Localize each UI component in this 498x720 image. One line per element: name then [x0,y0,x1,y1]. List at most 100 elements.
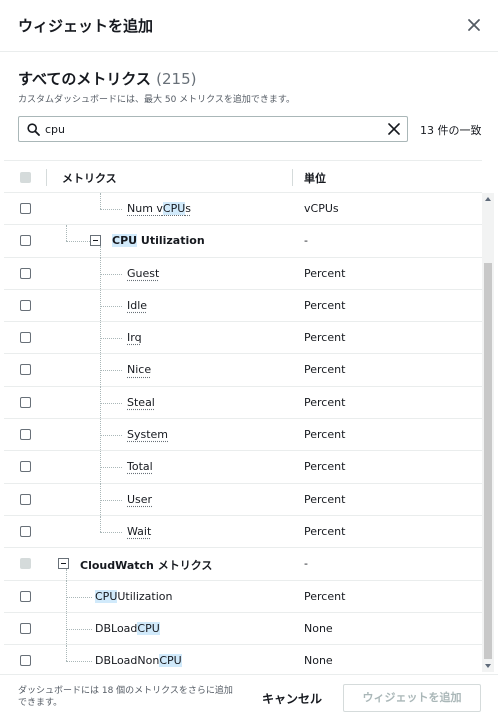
row-checkbox [20,558,31,570]
metric-unit: Percent [304,298,346,312]
metric-name[interactable]: Irq [127,331,142,344]
row-checkbox[interactable] [20,525,31,537]
metric-name[interactable]: Total [127,460,153,473]
metrics-table: メトリクス 単位 Num vCPUs vCPUs CPU Utilization… [4,160,482,672]
metric-name[interactable]: Nice [127,363,151,376]
row-checkbox[interactable] [20,461,31,473]
dialog-title: ウィジェットを追加 [18,17,154,35]
tree-line [66,596,92,598]
table-row: Irq Percent [4,322,482,356]
table-row: Idle Percent [4,289,482,323]
row-checkbox[interactable] [20,299,31,311]
metric-name[interactable]: Num vCPUs [127,202,191,215]
select-all-checkbox [20,172,31,183]
metric-group-name[interactable]: CloudWatch メトリクス [80,557,212,573]
metric-name-text: Utilization [137,234,205,248]
table-row: CPU Utilization - [4,225,482,259]
table-row: Steal Percent [4,386,482,420]
tree-line [66,628,92,630]
metric-name[interactable]: Idle [127,299,147,312]
clear-icon[interactable] [387,122,401,136]
metric-name[interactable]: DBLoadNonCPU [95,654,182,668]
row-checkbox[interactable] [20,364,31,376]
scroll-down-icon[interactable] [485,664,491,668]
row-checkbox[interactable] [20,590,31,602]
dialog-header: ウィジェットを追加 [0,0,498,52]
close-icon[interactable] [466,17,482,33]
match-highlight: CPU [162,202,186,215]
row-checkbox[interactable] [20,655,31,667]
section-title: すべてのメトリクス (215) [18,68,196,89]
tree-line [100,515,101,532]
metric-group-name[interactable]: CPU Utilization [112,234,205,248]
table-row: Num vCPUs vCPUs [4,193,482,226]
table-row: Total Percent [4,451,482,485]
tree-line [100,435,122,437]
metric-name[interactable]: User [127,493,152,506]
dialog-footer: ダッシュボードには 18 個のメトリクスをさらに追加できます。 キャンセル ウィ… [0,674,498,720]
column-divider [292,169,293,186]
scroll-thumb[interactable] [484,263,492,659]
search-input[interactable] [45,120,375,138]
metric-name[interactable]: DBLoadCPU [95,621,160,635]
metric-name[interactable]: Steal [127,396,155,409]
tree-line [100,499,122,501]
row-checkbox[interactable] [20,235,31,247]
table-row: CloudWatch メトリクス - [4,548,482,582]
metric-name[interactable]: System [127,428,168,441]
metric-unit: Percent [304,428,346,442]
tree-line [100,273,122,275]
scroll-up-icon[interactable] [485,197,491,201]
metric-unit: Percent [304,524,346,538]
metric-unit: Percent [304,331,346,345]
table-header: メトリクス 単位 [4,160,482,193]
minus-square-icon[interactable] [90,235,101,247]
tree-line [100,370,122,372]
table-row: DBLoadNonCPU None [4,645,482,672]
tree-line [100,209,122,210]
row-checkbox[interactable] [20,267,31,279]
add-widget-button[interactable]: ウィジェットを追加 [343,684,481,712]
tree-line [66,569,67,582]
metric-name-text: DBLoadNon [95,654,160,668]
tree-line [100,246,101,259]
row-checkbox[interactable] [20,396,31,408]
column-divider [46,169,47,186]
table-row: System Percent [4,419,482,453]
metric-unit: Percent [304,460,346,474]
metric-unit: - [304,557,308,571]
row-checkbox[interactable] [20,332,31,344]
tree-line [66,225,67,242]
section-title-text: すべてのメトリクス [18,70,151,88]
metric-unit: None [304,654,333,668]
metric-name-text: Utilization [117,589,173,603]
cancel-button[interactable]: キャンセル [262,690,322,707]
search-icon [27,123,40,136]
footer-note: ダッシュボードには 18 個のメトリクスをさらに追加できます。 [18,686,233,708]
table-row: Wait Percent [4,515,482,549]
metric-name-text: Num v [127,202,163,215]
minus-square-icon[interactable] [58,558,69,570]
tree-line [66,661,92,663]
match-highlight: CPU [112,234,138,248]
header-metric: メトリクス [62,172,117,185]
metric-name[interactable]: Guest [127,267,159,280]
tree-line [100,338,122,340]
match-count: 13 件の一致 [420,124,482,137]
row-checkbox[interactable] [20,429,31,441]
row-checkbox[interactable] [20,203,31,214]
table-row: DBLoadCPU None [4,612,482,646]
metric-unit: vCPUs [304,202,339,215]
row-checkbox[interactable] [20,622,31,634]
search-box [18,116,408,142]
header-unit: 単位 [304,172,326,185]
scrollbar[interactable] [482,193,494,672]
tree-line [66,241,90,243]
metric-count: (215) [156,70,197,88]
row-checkbox[interactable] [20,493,31,505]
metric-unit: Percent [304,492,346,506]
metric-name[interactable]: CPUUtilization [95,589,173,603]
tree-line [100,305,122,307]
metric-name[interactable]: Wait [127,525,151,538]
metric-unit: - [304,234,308,248]
